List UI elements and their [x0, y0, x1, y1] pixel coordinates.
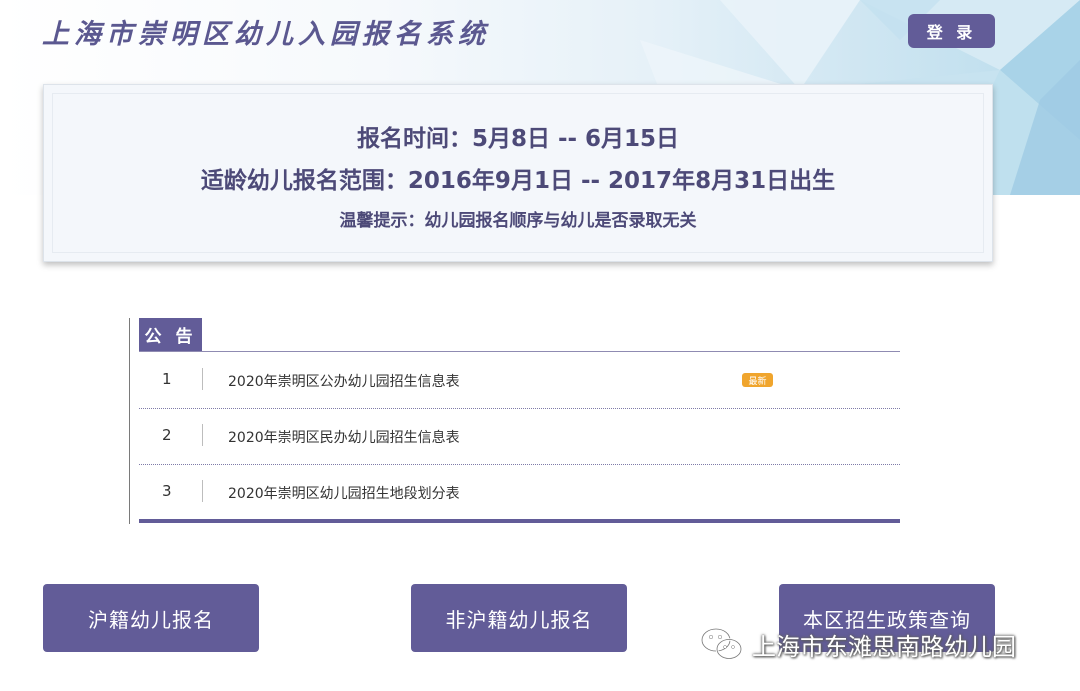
announcement-number: 2 — [162, 426, 172, 444]
row-separator — [202, 424, 203, 446]
announcement-link[interactable]: 2020年崇明区幼儿园招生地段划分表 — [228, 483, 460, 503]
row-separator — [202, 480, 203, 502]
local-registration-button[interactable]: 沪籍幼儿报名 — [43, 584, 259, 652]
announcement-number: 3 — [162, 482, 172, 500]
announcement-item[interactable]: 3 2020年崇明区幼儿园招生地段划分表 — [139, 464, 900, 520]
announcement-number: 1 — [162, 370, 172, 388]
announcement-item[interactable]: 1 2020年崇明区公办幼儿园招生信息表 最新 — [139, 352, 900, 409]
row-separator — [202, 368, 203, 390]
nonlocal-registration-button[interactable]: 非沪籍幼儿报名 — [411, 584, 627, 652]
announcement-box: 公 告 1 2020年崇明区公办幼儿园招生信息表 最新 2 2020年崇明区民办… — [129, 318, 901, 524]
reminder-text: 温馨提示：幼儿园报名顺序与幼儿是否录取无关 — [339, 211, 697, 231]
new-badge: 最新 — [742, 373, 773, 387]
site-title: 上海市崇明区幼儿入园报名系统 — [42, 19, 490, 50]
eligible-birth-range: 适龄幼儿报名范围：2016年9月1日 -- 2017年8月31日出生 — [200, 168, 836, 194]
registration-info-panel: 报名时间：5月8日 -- 6月15日 适龄幼儿报名范围：2016年9月1日 --… — [43, 84, 993, 262]
login-button[interactable]: 登 录 — [908, 14, 995, 48]
watermark: 上海市东滩思南路幼儿园 — [700, 624, 1016, 664]
info-panel-inner: 报名时间：5月8日 -- 6月15日 适龄幼儿报名范围：2016年9月1日 --… — [52, 93, 984, 253]
announcement-bottom-divider — [139, 519, 900, 523]
registration-period: 报名时间：5月8日 -- 6月15日 — [356, 126, 680, 152]
announcement-left-border — [129, 318, 130, 524]
announcement-link[interactable]: 2020年崇明区公办幼儿园招生信息表 — [228, 371, 460, 391]
announcement-item[interactable]: 2 2020年崇明区民办幼儿园招生信息表 — [139, 408, 900, 465]
announcement-link[interactable]: 2020年崇明区民办幼儿园招生信息表 — [228, 427, 460, 447]
watermark-text: 上海市东滩思南路幼儿园 — [752, 632, 1016, 661]
wechat-icon — [700, 627, 743, 660]
announcement-tab[interactable]: 公 告 — [139, 318, 202, 351]
